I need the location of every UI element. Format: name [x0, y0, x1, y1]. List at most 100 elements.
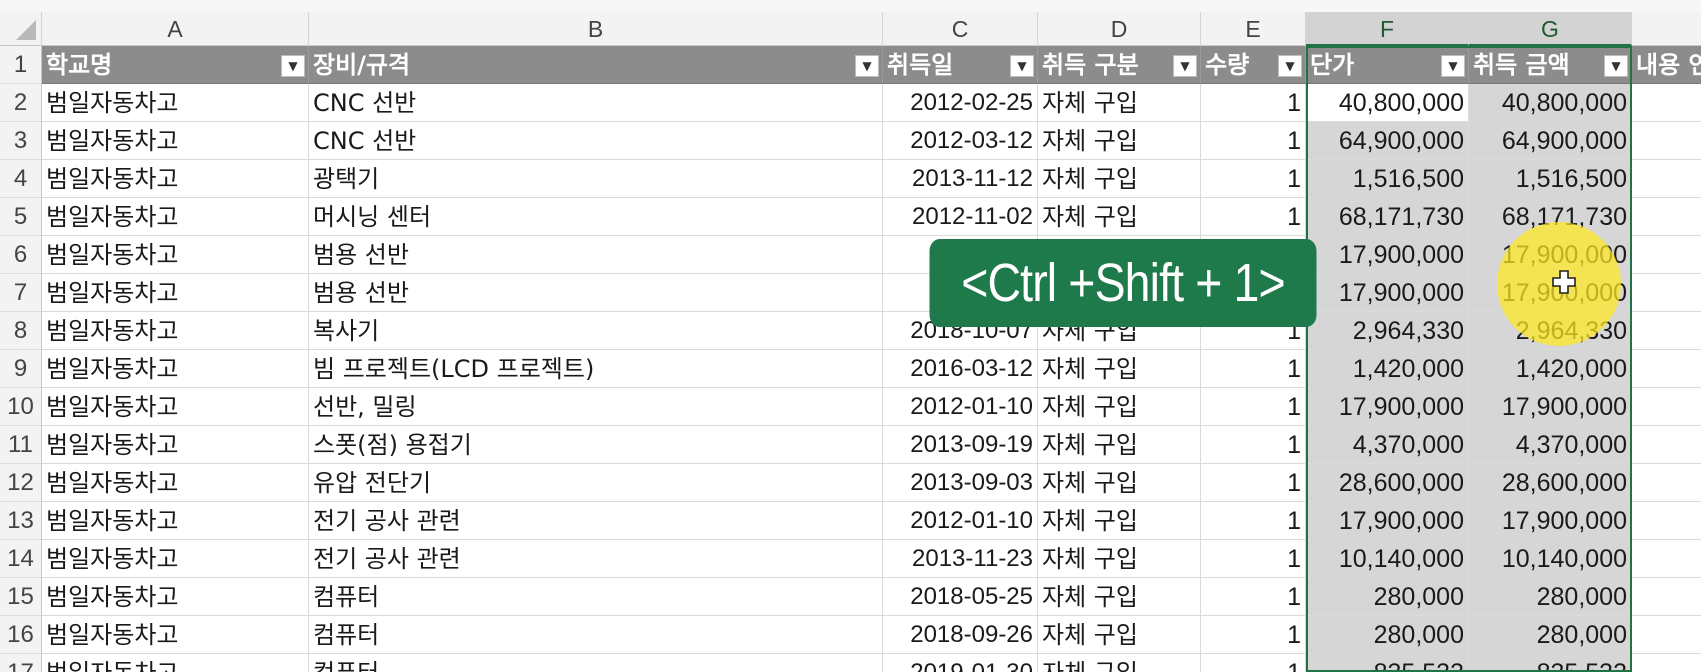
- table-cell[interactable]: 범일자동차고: [42, 616, 309, 654]
- table-cell[interactable]: 범일자동차고: [42, 578, 309, 616]
- table-cell[interactable]: 자체 구입: [1038, 160, 1201, 198]
- table-cell[interactable]: 범일자동차고: [42, 274, 309, 312]
- table-cell[interactable]: [1632, 160, 1701, 198]
- row-header[interactable]: 14: [0, 540, 42, 578]
- row-header[interactable]: 11: [0, 426, 42, 464]
- table-cell[interactable]: [1632, 84, 1701, 122]
- row-header[interactable]: 17: [0, 654, 42, 672]
- table-cell[interactable]: 1: [1201, 654, 1306, 672]
- table-cell[interactable]: 범일자동차고: [42, 654, 309, 672]
- table-cell[interactable]: [1632, 654, 1701, 672]
- table-cell[interactable]: 1: [1201, 198, 1306, 236]
- table-cell[interactable]: 1: [1201, 160, 1306, 198]
- table-header-cell[interactable]: 단가 ▼: [1306, 46, 1469, 84]
- table-cell[interactable]: 1,420,000: [1306, 350, 1469, 388]
- table-cell[interactable]: 1: [1201, 502, 1306, 540]
- table-cell[interactable]: 2012-11-02: [883, 198, 1038, 236]
- table-header-cell[interactable]: 취득일 ▼: [883, 46, 1038, 84]
- table-cell[interactable]: 1,420,000: [1469, 350, 1632, 388]
- table-cell[interactable]: 자체 구입: [1038, 654, 1201, 672]
- table-cell[interactable]: 17,900,000: [1469, 502, 1632, 540]
- table-cell[interactable]: [1632, 274, 1701, 312]
- table-cell[interactable]: 2016-03-12: [883, 350, 1038, 388]
- table-cell[interactable]: 1: [1201, 388, 1306, 426]
- table-cell[interactable]: 범일자동차고: [42, 160, 309, 198]
- table-cell[interactable]: 280,000: [1469, 616, 1632, 654]
- table-cell[interactable]: 자체 구입: [1038, 122, 1201, 160]
- row-header[interactable]: 16: [0, 616, 42, 654]
- table-header-cell[interactable]: 내용 연: [1632, 46, 1701, 84]
- table-cell[interactable]: 범일자동차고: [42, 388, 309, 426]
- table-cell[interactable]: 2012-02-25: [883, 84, 1038, 122]
- table-cell[interactable]: 28,600,000: [1469, 464, 1632, 502]
- table-cell[interactable]: 범일자동차고: [42, 540, 309, 578]
- table-cell[interactable]: 17,900,000: [1306, 388, 1469, 426]
- filter-dropdown-icon[interactable]: ▼: [855, 55, 879, 77]
- table-cell[interactable]: 2019-01-30: [883, 654, 1038, 672]
- table-cell[interactable]: 자체 구입: [1038, 540, 1201, 578]
- table-cell[interactable]: 17,900,000: [1306, 502, 1469, 540]
- table-cell[interactable]: 범일자동차고: [42, 426, 309, 464]
- table-cell[interactable]: 17,900,000: [1306, 236, 1469, 274]
- column-header-h[interactable]: [1632, 12, 1701, 46]
- table-cell[interactable]: 2012-01-10: [883, 388, 1038, 426]
- row-header[interactable]: 15: [0, 578, 42, 616]
- table-cell[interactable]: 2013-11-23: [883, 540, 1038, 578]
- table-cell[interactable]: [1632, 312, 1701, 350]
- table-cell[interactable]: 컴퓨터: [309, 578, 883, 616]
- column-header-b[interactable]: B: [309, 12, 883, 46]
- table-cell[interactable]: 835,533: [1306, 654, 1469, 672]
- filter-dropdown-icon[interactable]: ▼: [1441, 55, 1465, 77]
- table-cell[interactable]: [1632, 198, 1701, 236]
- table-cell[interactable]: 자체 구입: [1038, 350, 1201, 388]
- table-cell[interactable]: 빔 프로젝트(LCD 프로젝트): [309, 350, 883, 388]
- table-cell[interactable]: 머시닝 센터: [309, 198, 883, 236]
- filter-dropdown-icon[interactable]: ▼: [1173, 55, 1197, 77]
- table-cell[interactable]: 10,140,000: [1306, 540, 1469, 578]
- filter-dropdown-icon[interactable]: ▼: [1010, 55, 1034, 77]
- table-cell[interactable]: 17,900,000: [1306, 274, 1469, 312]
- table-cell[interactable]: 자체 구입: [1038, 388, 1201, 426]
- table-cell[interactable]: 1: [1201, 122, 1306, 160]
- table-cell[interactable]: 64,900,000: [1306, 122, 1469, 160]
- table-cell[interactable]: 전기 공사 관련: [309, 540, 883, 578]
- table-cell[interactable]: [1632, 578, 1701, 616]
- table-cell[interactable]: 범일자동차고: [42, 464, 309, 502]
- row-header[interactable]: 10: [0, 388, 42, 426]
- table-cell[interactable]: 선반, 밀링: [309, 388, 883, 426]
- table-cell[interactable]: 자체 구입: [1038, 616, 1201, 654]
- table-cell[interactable]: 유압 전단기: [309, 464, 883, 502]
- table-cell[interactable]: 복사기: [309, 312, 883, 350]
- row-header[interactable]: 8: [0, 312, 42, 350]
- table-cell[interactable]: 2013-11-12: [883, 160, 1038, 198]
- table-cell[interactable]: [1632, 464, 1701, 502]
- row-header[interactable]: 9: [0, 350, 42, 388]
- table-cell[interactable]: 범용 선반: [309, 236, 883, 274]
- table-cell[interactable]: 40,800,000: [1306, 84, 1469, 122]
- table-cell[interactable]: [1632, 350, 1701, 388]
- table-cell[interactable]: 전기 공사 관련: [309, 502, 883, 540]
- table-cell[interactable]: 1: [1201, 426, 1306, 464]
- table-cell[interactable]: 1,516,500: [1306, 160, 1469, 198]
- table-cell[interactable]: 28,600,000: [1306, 464, 1469, 502]
- row-header[interactable]: 6: [0, 236, 42, 274]
- table-cell[interactable]: 1: [1201, 540, 1306, 578]
- table-cell[interactable]: 68,171,730: [1306, 198, 1469, 236]
- column-header-g[interactable]: G: [1469, 12, 1632, 46]
- table-header-cell[interactable]: 장비/규격 ▼: [309, 46, 883, 84]
- filter-dropdown-icon[interactable]: ▼: [281, 55, 305, 77]
- table-cell[interactable]: 10,140,000: [1469, 540, 1632, 578]
- table-cell[interactable]: 컴퓨터: [309, 616, 883, 654]
- filter-dropdown-icon[interactable]: ▼: [1604, 55, 1628, 77]
- row-header[interactable]: 2: [0, 84, 42, 122]
- table-cell[interactable]: [1632, 616, 1701, 654]
- table-cell[interactable]: 범일자동차고: [42, 502, 309, 540]
- table-cell[interactable]: 2012-01-10: [883, 502, 1038, 540]
- table-cell[interactable]: 2012-03-12: [883, 122, 1038, 160]
- table-cell[interactable]: 범일자동차고: [42, 350, 309, 388]
- table-cell[interactable]: 835,533: [1469, 654, 1632, 672]
- table-cell[interactable]: 2,964,330: [1306, 312, 1469, 350]
- table-cell[interactable]: CNC 선반: [309, 84, 883, 122]
- table-cell[interactable]: [1632, 236, 1701, 274]
- row-header[interactable]: 12: [0, 464, 42, 502]
